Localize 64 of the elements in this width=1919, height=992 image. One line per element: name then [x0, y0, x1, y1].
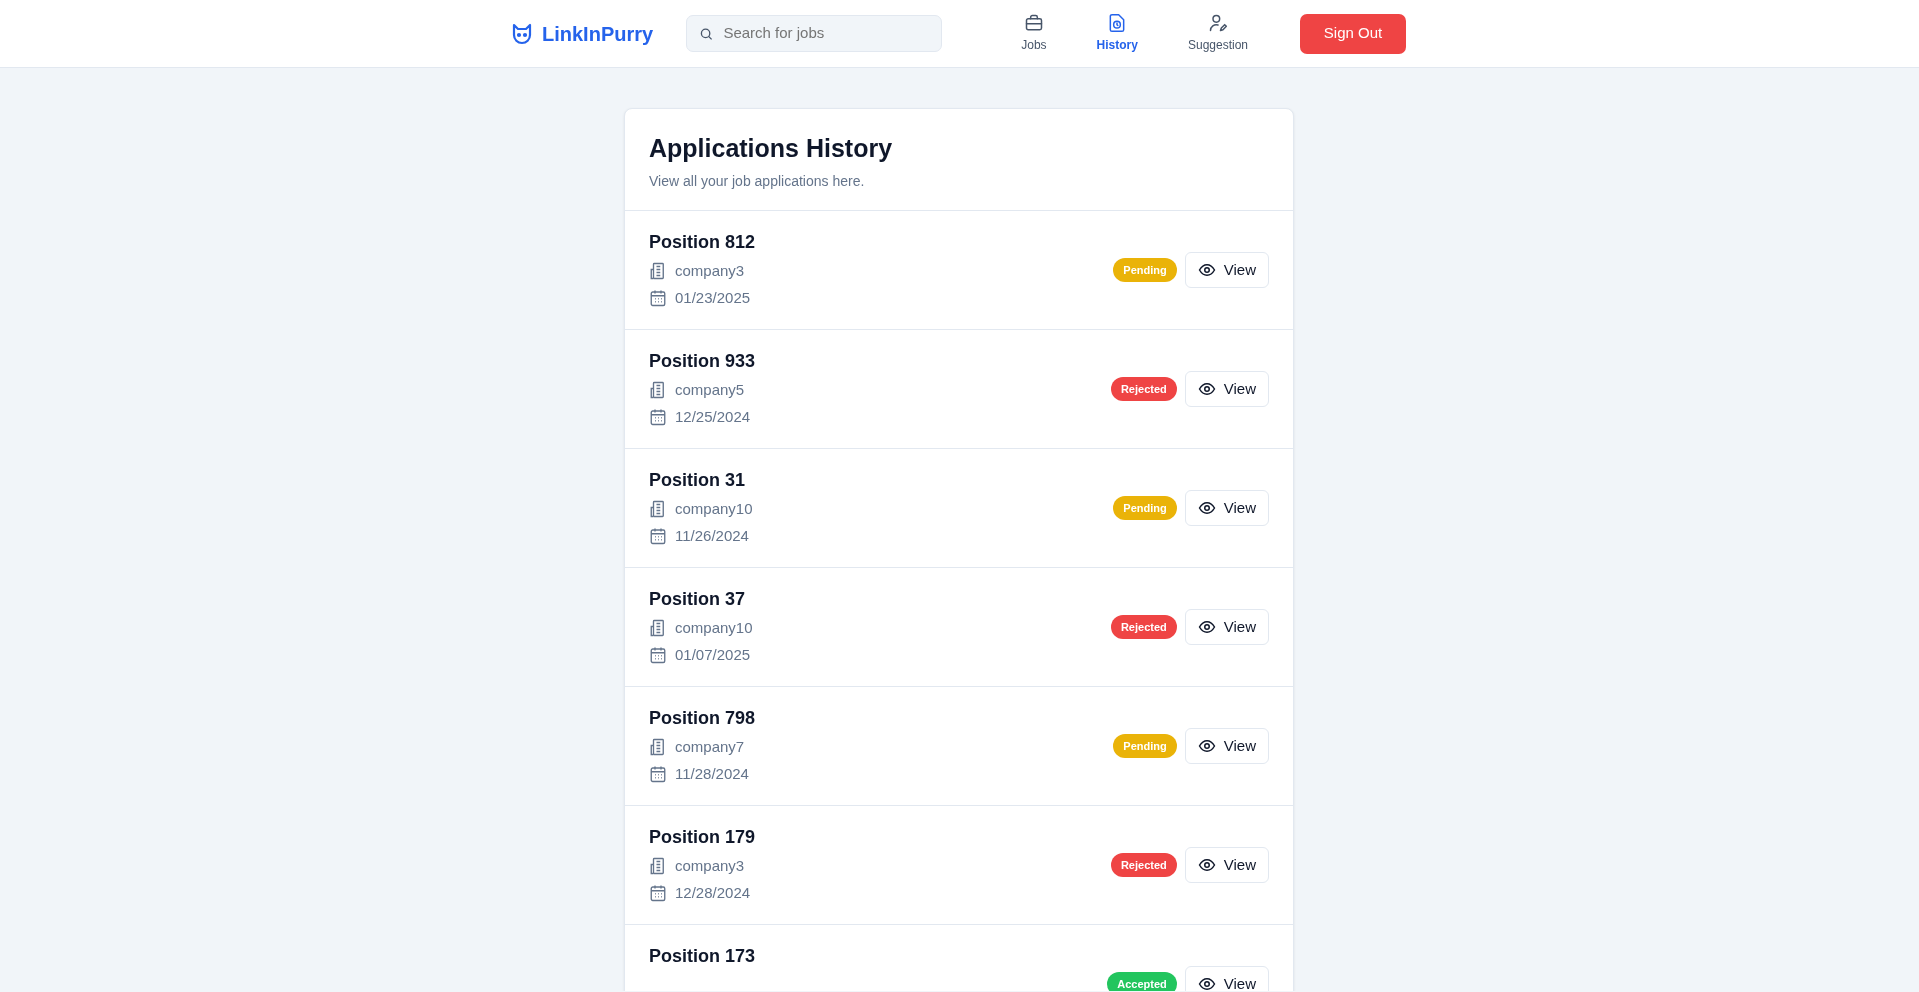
- calendar-icon: [649, 407, 667, 426]
- view-button[interactable]: View: [1184, 966, 1269, 991]
- view-button[interactable]: View: [1184, 490, 1269, 526]
- view-button[interactable]: View: [1184, 847, 1269, 883]
- status-badge: Rejected: [1110, 852, 1177, 878]
- position-title: Position 933: [649, 350, 756, 373]
- calendar-icon: [649, 288, 667, 307]
- status-badge: Accepted: [1107, 971, 1177, 991]
- nav-tab[interactable]: Suggestion: [1179, 13, 1256, 54]
- status-badge: Rejected: [1110, 376, 1177, 402]
- building-icon: [649, 262, 667, 281]
- view-button[interactable]: View: [1184, 371, 1269, 407]
- application-date: 01/07/2025: [675, 644, 751, 665]
- company-name: company10: [675, 499, 753, 519]
- company-name: company7: [675, 737, 745, 757]
- position-title: Position 173: [649, 945, 756, 968]
- position-title: Position 812: [649, 231, 756, 254]
- calendar-icon: [649, 645, 667, 664]
- company-name: company5: [675, 380, 745, 400]
- view-button[interactable]: View: [1184, 728, 1269, 764]
- position-title: Position 798: [649, 707, 756, 730]
- search-bar[interactable]: Search for jobs: [686, 15, 942, 52]
- application-date: 11/26/2024: [675, 525, 749, 546]
- building-icon: [649, 381, 667, 400]
- nav-tab[interactable]: History: [1088, 13, 1146, 54]
- view-button[interactable]: View: [1184, 252, 1269, 288]
- eye-icon: [1197, 856, 1216, 874]
- page-title: Applications History: [649, 133, 894, 163]
- cat-logo-icon: [510, 21, 534, 46]
- application-date: 12/28/2024: [675, 882, 751, 903]
- status-badge: Rejected: [1110, 614, 1177, 640]
- status-badge: Pending: [1113, 495, 1177, 521]
- position-title: Position 37: [649, 588, 747, 611]
- eye-icon: [1197, 975, 1216, 991]
- sign-out-button[interactable]: Sign Out: [1300, 13, 1406, 54]
- company-name: company3: [675, 261, 745, 281]
- calendar-icon: [649, 764, 667, 783]
- company-name: company3: [675, 856, 745, 876]
- building-icon: [649, 857, 667, 876]
- eye-icon: [1197, 499, 1216, 517]
- calendar-icon: [649, 526, 667, 545]
- status-badge: Pending: [1113, 257, 1177, 283]
- building-icon: [649, 619, 667, 638]
- eye-icon: [1197, 261, 1216, 279]
- nav-tab[interactable]: Jobs: [1013, 13, 1055, 54]
- briefcase-icon: [1023, 13, 1044, 33]
- status-badge: Pending: [1113, 733, 1177, 759]
- company-name: company10: [675, 618, 753, 638]
- search-field[interactable]: Search for jobs: [721, 21, 929, 46]
- application-date: 12/25/2024: [675, 406, 751, 427]
- application-date: 11/28/2024: [675, 763, 749, 784]
- eye-icon: [1197, 380, 1216, 398]
- application-date: 01/23/2025: [675, 287, 751, 308]
- view-button[interactable]: View: [1184, 609, 1269, 645]
- brand-name[interactable]: LinkInPurry: [542, 18, 654, 49]
- building-icon: [649, 738, 667, 757]
- position-title: Position 179: [649, 826, 756, 849]
- page-subtitle: View all your job applications here.: [649, 172, 866, 191]
- calendar-icon: [649, 883, 667, 902]
- eye-icon: [1197, 618, 1216, 636]
- building-icon: [649, 500, 667, 519]
- user-pen-icon: [1207, 13, 1228, 33]
- position-title: Position 31: [649, 469, 747, 492]
- eye-icon: [1197, 737, 1216, 755]
